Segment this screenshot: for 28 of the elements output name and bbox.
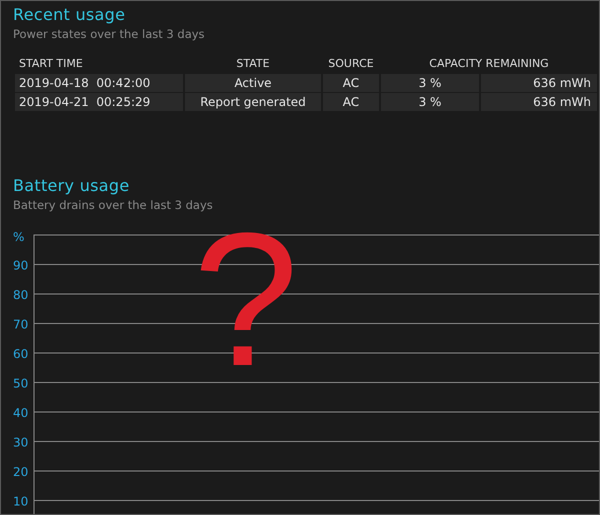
table-cell: 3 % (381, 93, 479, 111)
column-header: STATE (235, 56, 271, 72)
section-subtitle: Power states over the last 3 days (13, 27, 206, 41)
axis-unit-label: % (13, 230, 24, 244)
column-header: SOURCE (327, 56, 375, 72)
table-cell: 2019-04-21 00:25:29 (15, 93, 183, 111)
column-header: CAPACITY REMAINING (428, 56, 550, 72)
table-cell: 636 mWh (481, 74, 597, 92)
tick-label: 60 (13, 347, 28, 361)
section-title: Battery usage (13, 176, 130, 195)
tick-label: 70 (13, 318, 28, 332)
table-cell: Active (185, 74, 321, 92)
tick-label: 30 (13, 436, 28, 450)
section-title: Recent usage (13, 5, 126, 24)
column-header: START TIME (18, 56, 84, 72)
tick-label: 80 (13, 288, 28, 302)
tick-label: 90 (13, 258, 28, 272)
table-cell: 636 mWh (481, 93, 597, 111)
table-cell: 3 % (381, 74, 479, 92)
tick-label: 10 (13, 494, 28, 508)
table-cell: AC (323, 74, 379, 92)
tick-label: 20 (13, 465, 28, 479)
tick-label: 40 (13, 406, 28, 420)
table-cell: 2019-04-18 00:42:00 (15, 74, 183, 92)
table-cell: Report generated (185, 93, 321, 111)
tick-label: 50 (13, 376, 28, 390)
table-cell: AC (323, 93, 379, 111)
section-subtitle: Battery drains over the last 3 days (13, 198, 214, 212)
